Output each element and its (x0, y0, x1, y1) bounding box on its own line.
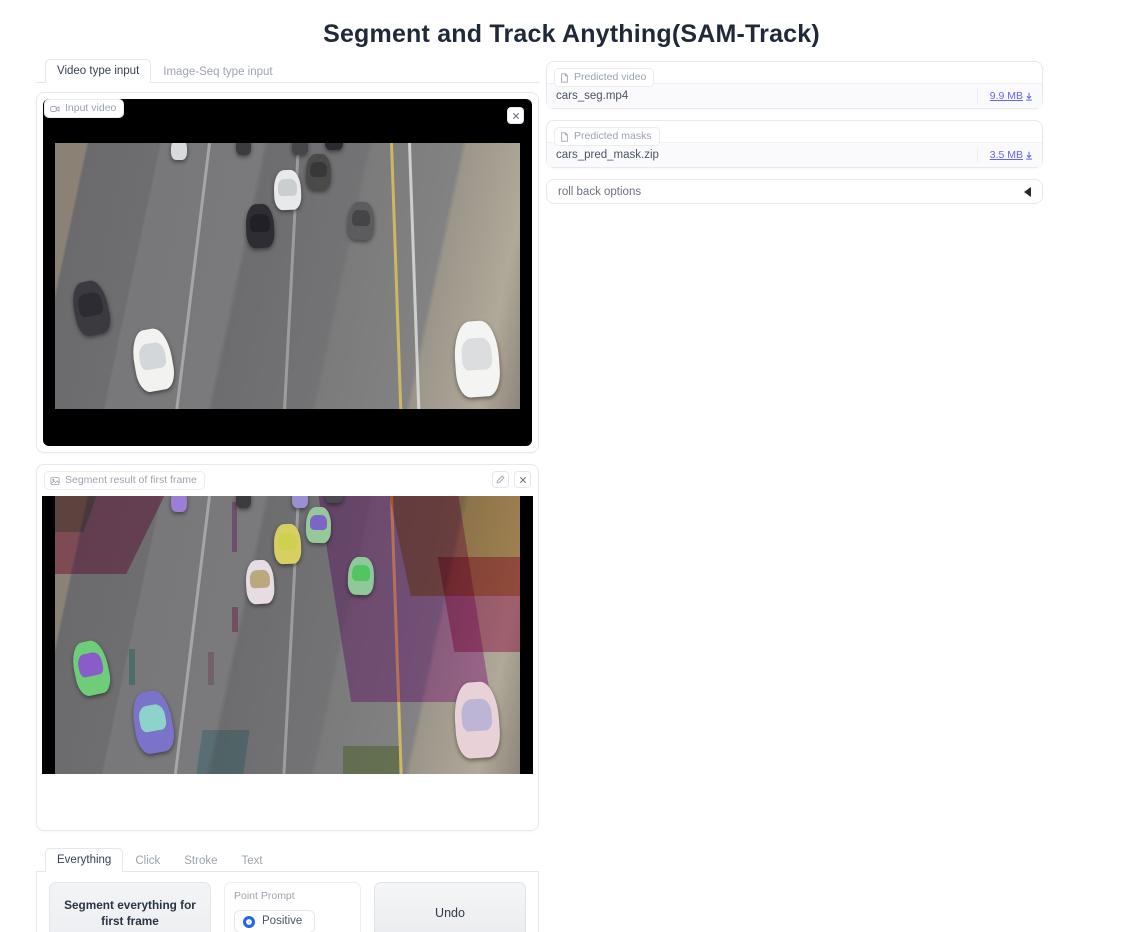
predicted-video-label-text: Predicted video (574, 71, 647, 83)
radio-selected-icon (243, 915, 255, 928)
input-video-panel: Input video (36, 92, 539, 453)
prompt-controls-row: Segment everything for first frame Point… (36, 872, 539, 932)
image-icon (50, 476, 60, 486)
prompt-controls: Everything Click Stroke Text Segment eve… (36, 848, 539, 932)
input-video-label-text: Input video (65, 102, 117, 114)
tab-image-seq-type-input[interactable]: Image-Seq type input (151, 60, 284, 83)
point-prompt-positive-radio[interactable]: Positive (234, 910, 316, 932)
file-icon (560, 72, 569, 83)
segment-result-panel: Segment result of first frame (36, 464, 539, 831)
input-video-label: Input video (44, 99, 125, 118)
video-camera-icon (50, 104, 60, 114)
close-icon (519, 476, 526, 483)
close-input-video-button[interactable] (507, 107, 524, 124)
predicted-video-label: Predicted video (554, 68, 655, 87)
close-segment-result-button[interactable] (514, 471, 531, 488)
tab-video-type-input[interactable]: Video type input (45, 59, 152, 83)
predicted-masks-label-text: Predicted masks (574, 130, 652, 142)
segment-result-toolbar (492, 471, 531, 488)
download-icon (1026, 151, 1032, 160)
highway-scene (55, 143, 520, 409)
right-column: Predicted video cars_seg.mp4 9.9 MB Pred… (546, 61, 1043, 204)
segment-result-label-text: Segment result of first frame (65, 474, 197, 486)
close-icon (512, 112, 519, 119)
pencil-icon (496, 475, 505, 484)
rollback-options-label: roll back options (558, 185, 642, 198)
predicted-video-download-link[interactable]: 9.9 MB (978, 90, 1033, 103)
point-prompt-positive-label: Positive (262, 915, 303, 927)
tab-text[interactable]: Text (230, 849, 275, 872)
download-icon (1026, 92, 1032, 101)
highway-scene-segmented (55, 496, 520, 774)
segment-everything-button[interactable]: Segment everything for first frame (49, 882, 211, 932)
predicted-masks-file-size: 3.5 MB (989, 148, 1023, 161)
app-root: Segment and Track Anything(SAM-Track) Vi… (0, 0, 1143, 932)
predicted-masks-label: Predicted masks (554, 127, 660, 146)
predicted-masks-download-link[interactable]: 3.5 MB (978, 149, 1033, 162)
rollback-options-accordion[interactable]: roll back options (546, 179, 1043, 204)
tab-stroke[interactable]: Stroke (172, 849, 229, 872)
triangle-left-icon (1024, 186, 1031, 197)
input-video-frame (55, 143, 520, 409)
page-title: Segment and Track Anything(SAM-Track) (323, 20, 820, 48)
edit-segment-result-button[interactable] (492, 471, 509, 488)
video-stage[interactable] (43, 99, 532, 446)
segment-result-stage[interactable] (42, 496, 533, 774)
predicted-video-file-name: cars_seg.mp4 (556, 89, 978, 103)
tab-everything[interactable]: Everything (45, 848, 124, 872)
prompt-type-tabbar: Everything Click Stroke Text (36, 848, 539, 872)
left-column: Video type input Image-Seq type input In… (36, 59, 539, 831)
segment-result-image (55, 496, 520, 774)
input-type-tabbar: Video type input Image-Seq type input (36, 59, 539, 83)
point-prompt-label: Point Prompt (234, 890, 295, 902)
predicted-video-panel: Predicted video cars_seg.mp4 9.9 MB (546, 61, 1043, 109)
tab-click[interactable]: Click (123, 849, 172, 872)
predicted-video-file-size: 9.9 MB (989, 89, 1023, 102)
undo-button[interactable]: Undo (374, 882, 526, 932)
predicted-masks-file-name: cars_pred_mask.zip (556, 148, 978, 162)
point-prompt-group: Point Prompt Positive (224, 882, 361, 932)
segment-result-label: Segment result of first frame (44, 471, 205, 490)
file-icon (560, 131, 569, 142)
predicted-masks-panel: Predicted masks cars_pred_mask.zip 3.5 M… (546, 120, 1043, 168)
